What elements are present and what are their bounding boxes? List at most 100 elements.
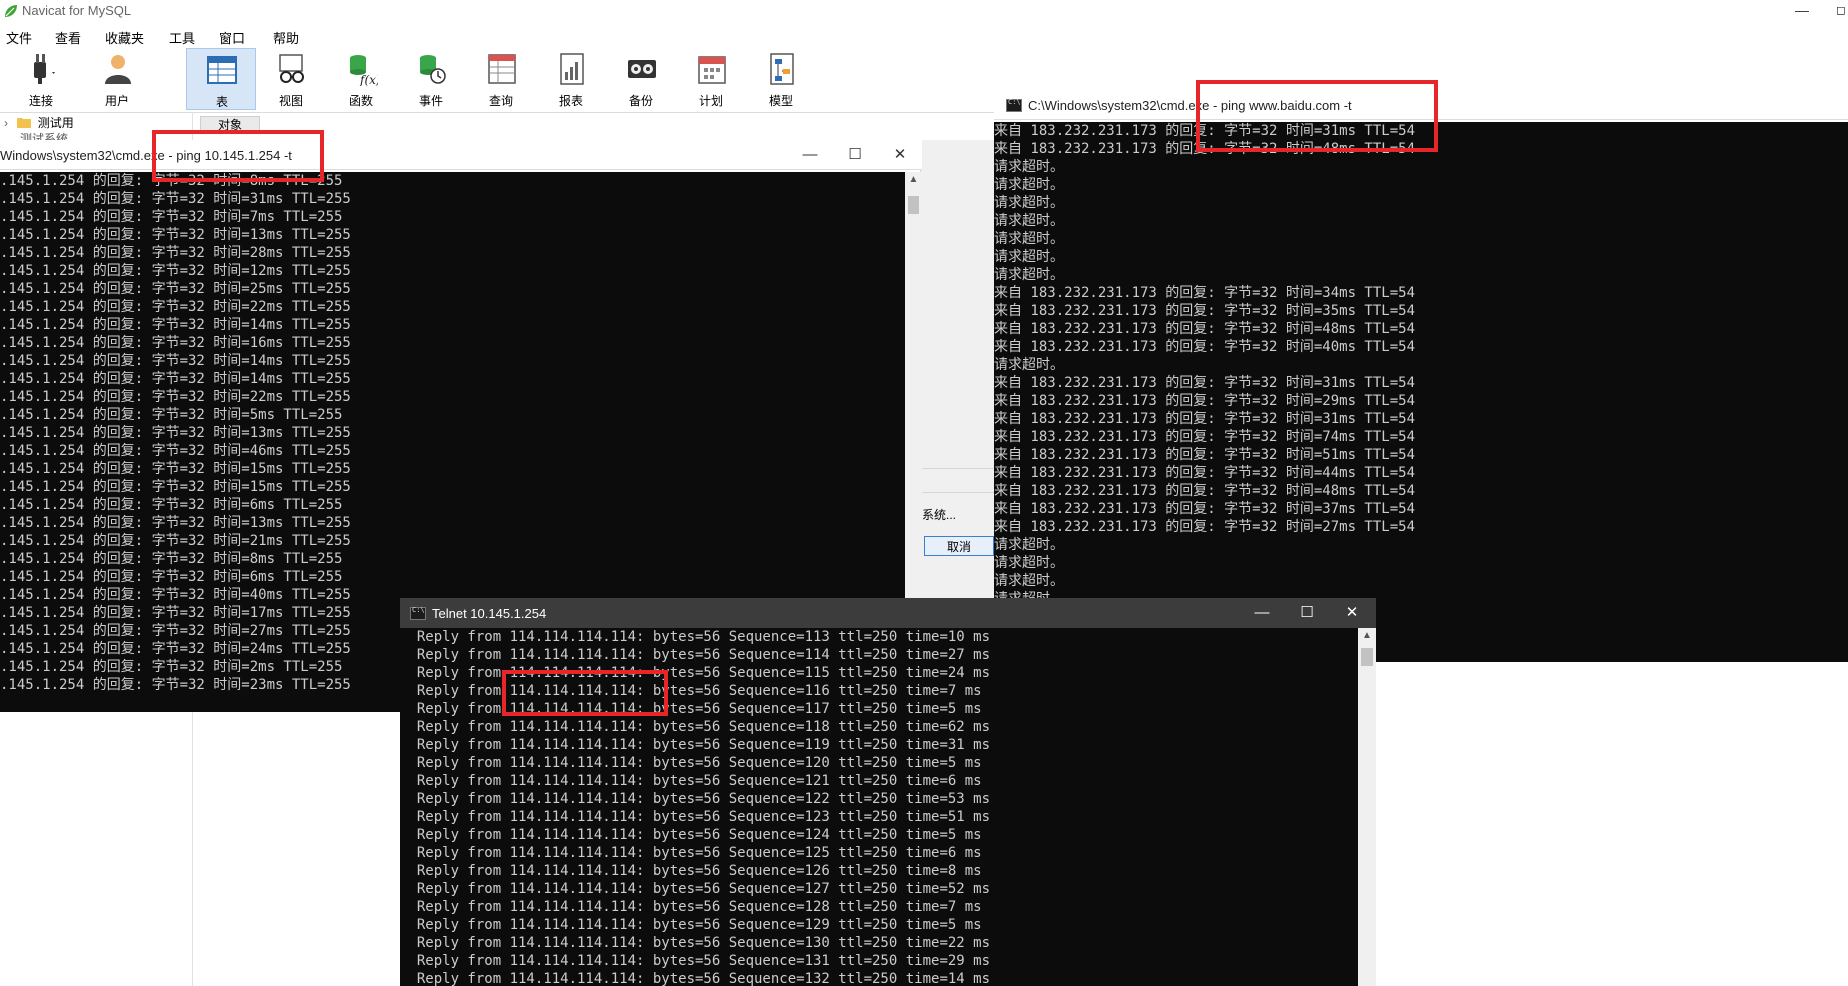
telnet-maximize-button[interactable]: ☐	[1287, 598, 1327, 628]
console-line: 请求超时。	[994, 537, 1064, 553]
console-line: 来自 183.232.231.173 的回复: 字节=32 时间=31ms TT…	[994, 375, 1416, 391]
toolbar-divider	[0, 112, 1000, 113]
query-button[interactable]: 查询	[470, 48, 532, 110]
console-line: Reply from 114.114.114.114: bytes=56 Seq…	[400, 629, 991, 645]
cmd-window-1-close-button[interactable]: ✕	[880, 140, 920, 170]
dialog-system-text: 系统...	[922, 508, 957, 522]
table-label: 表	[215, 95, 228, 109]
schedule-icon	[698, 56, 726, 84]
report-button[interactable]: 报表	[540, 48, 602, 110]
dialog-divider	[920, 468, 1000, 469]
console-line: 来自 183.232.231.173 的回复: 字节=32 时间=51ms TT…	[994, 447, 1416, 463]
scroll-up-arrow-icon[interactable]: ▲	[905, 174, 922, 190]
table-icon	[207, 56, 237, 84]
console-line: 来自 183.232.231.173 的回复: 字节=32 时间=29ms TT…	[994, 393, 1416, 409]
console-line: 请求超时。	[994, 249, 1064, 265]
console-line: Reply from 114.114.114.114: bytes=56 Seq…	[400, 773, 982, 789]
console-line: Reply from 114.114.114.114: bytes=56 Seq…	[400, 755, 982, 771]
console-line: .145.1.254 的回复: 字节=32 时间=16ms TTL=255	[0, 335, 351, 351]
menu-view[interactable]: 查看	[55, 28, 81, 47]
highlight-box-telnet-ping-dns	[502, 670, 668, 716]
console-line: .145.1.254 的回复: 字节=32 时间=6ms TTL=255	[0, 497, 343, 513]
console-line: 请求超时。	[994, 213, 1064, 229]
cancel-button[interactable]: 取消	[924, 536, 994, 556]
cmd-window-1-scroll-thumb[interactable]	[908, 196, 919, 214]
console-line: .145.1.254 的回复: 字节=32 时间=5ms TTL=255	[0, 407, 343, 423]
view-button[interactable]: 视图	[260, 48, 322, 110]
connect-button[interactable]: 连接	[10, 48, 72, 110]
navicat-window-title: Navicat for MySQL	[22, 3, 132, 18]
console-line: .145.1.254 的回复: 字节=32 时间=46ms TTL=255	[0, 443, 351, 459]
menu-bar: 文件 查看 收藏夹 工具 窗口 帮助	[0, 26, 1848, 46]
console-line: Reply from 114.114.114.114: bytes=56 Seq…	[400, 971, 991, 986]
console-line: Reply from 114.114.114.114: bytes=56 Seq…	[400, 791, 991, 807]
report-label: 报表	[558, 94, 583, 108]
cmd-window-1-maximize-button[interactable]: ☐	[835, 140, 875, 170]
view-icon	[279, 54, 304, 83]
console-line: .145.1.254 的回复: 字节=32 时间=22ms TTL=255	[0, 299, 351, 315]
function-label: 函数	[348, 94, 373, 108]
user-button[interactable]: 用户	[86, 48, 148, 110]
svg-text:f(x): f(x)	[359, 73, 378, 86]
user-label: 用户	[104, 94, 129, 108]
console-line: Reply from 114.114.114.114: bytes=56 Seq…	[400, 881, 991, 897]
cmd-icon	[410, 606, 426, 620]
query-label: 查询	[488, 94, 513, 108]
event-label: 事件	[418, 94, 443, 108]
console-line: 来自 183.232.231.173 的回复: 字节=32 时间=34ms TT…	[994, 285, 1416, 301]
telnet-minimize-button[interactable]: —	[1242, 598, 1282, 628]
console-line: 来自 183.232.231.173 的回复: 字节=32 时间=44ms TT…	[994, 465, 1416, 481]
navicat-leaf-icon	[5, 5, 17, 17]
menu-window[interactable]: 窗口	[219, 28, 245, 47]
table-button[interactable]: 表	[186, 48, 256, 110]
folder-icon	[17, 118, 32, 128]
console-line: 来自 183.232.231.173 的回复: 字节=32 时间=37ms TT…	[994, 501, 1416, 517]
menu-help[interactable]: 帮助	[273, 28, 299, 47]
schedule-button[interactable]: 计划	[680, 48, 742, 110]
console-line: .145.1.254 的回复: 字节=32 时间=28ms TTL=255	[0, 245, 351, 261]
console-line: 来自 183.232.231.173 的回复: 字节=32 时间=48ms TT…	[994, 321, 1416, 337]
cmd-window-1-title-bar[interactable]: Windows\system32\cmd.exe - ping 10.145.1…	[0, 140, 922, 170]
console-line: 请求超时。	[994, 195, 1064, 211]
console-line: .145.1.254 的回复: 字节=32 时间=6ms TTL=255	[0, 569, 343, 585]
backup-icon	[628, 60, 656, 78]
console-line: 来自 183.232.231.173 的回复: 字节=32 时间=48ms TT…	[994, 483, 1416, 499]
tree-item-label: 测试用	[37, 116, 74, 130]
tree-item-connection[interactable]: › 测试用	[4, 114, 74, 131]
console-line: 请求超时。	[994, 573, 1064, 589]
navicat-title-bar: Navicat for MySQL — ◻	[0, 0, 1848, 22]
console-line: 来自 183.232.231.173 的回复: 字节=32 时间=35ms TT…	[994, 303, 1416, 319]
console-line: .145.1.254 的回复: 字节=32 时间=13ms TTL=255	[0, 227, 351, 243]
model-label: 模型	[768, 94, 793, 108]
function-icon: f(x)	[350, 55, 378, 86]
backup-button[interactable]: 备份	[610, 48, 672, 110]
model-button[interactable]: 模型	[750, 48, 812, 110]
navicat-restore-button[interactable]: ◻	[1836, 0, 1848, 22]
console-line: .145.1.254 的回复: 字节=32 时间=25ms TTL=255	[0, 281, 351, 297]
menu-tools[interactable]: 工具	[169, 28, 195, 47]
cmd-window-1-minimize-button[interactable]: —	[790, 140, 830, 170]
telnet-scroll-thumb[interactable]	[1361, 648, 1373, 666]
console-line: .145.1.254 的回复: 字节=32 时间=7ms TTL=255	[0, 209, 343, 225]
console-line: Reply from 114.114.114.114: bytes=56 Seq…	[400, 899, 982, 915]
query-icon	[488, 54, 516, 84]
cmd-window-2-output[interactable]: 来自 183.232.231.173 的回复: 字节=32 时间=31ms TT…	[994, 122, 1848, 662]
scroll-up-arrow-icon[interactable]: ▲	[1358, 630, 1376, 646]
console-line: 请求超时。	[994, 231, 1064, 247]
function-button[interactable]: f(x) 函数	[330, 48, 392, 110]
telnet-close-button[interactable]: ✕	[1332, 598, 1372, 628]
menu-favorites[interactable]: 收藏夹	[105, 28, 144, 47]
menu-file[interactable]: 文件	[6, 28, 32, 47]
console-line: .145.1.254 的回复: 字节=32 时间=15ms TTL=255	[0, 479, 351, 495]
navicat-minimize-button[interactable]: —	[1790, 0, 1814, 22]
telnet-scrollbar[interactable]	[1358, 628, 1376, 986]
plug-icon	[34, 54, 55, 84]
connect-label: 连接	[28, 94, 53, 108]
telnet-window-title-bar[interactable]: Telnet 10.145.1.254 — ☐ ✕	[400, 598, 1376, 628]
event-button[interactable]: 事件	[400, 48, 462, 110]
console-line: Reply from 114.114.114.114: bytes=56 Seq…	[400, 863, 982, 879]
console-line: 请求超时。	[994, 555, 1064, 571]
console-line: .145.1.254 的回复: 字节=32 时间=13ms TTL=255	[0, 425, 351, 441]
console-line: 请求超时。	[994, 177, 1064, 193]
event-icon	[420, 55, 446, 84]
